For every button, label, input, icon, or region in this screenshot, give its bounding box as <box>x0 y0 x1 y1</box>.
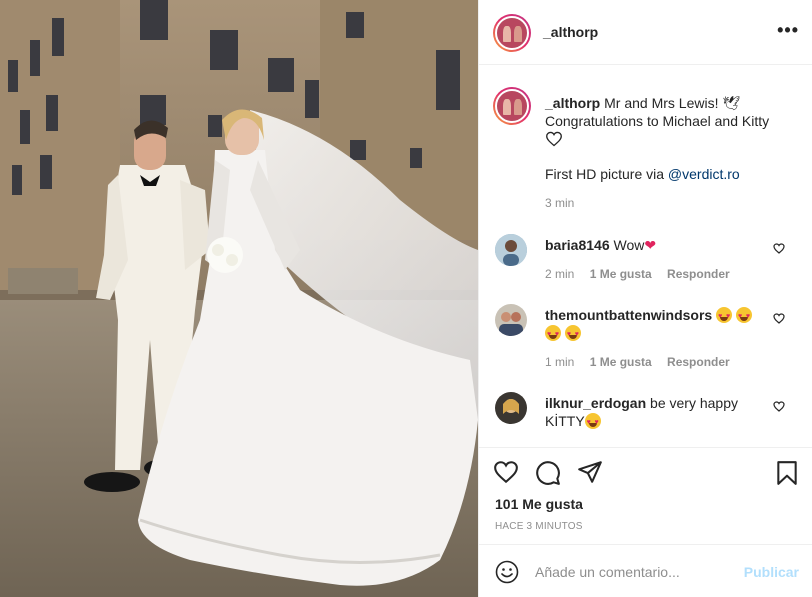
author-avatar[interactable] <box>493 14 531 52</box>
post-actions: 101 Me gusta HACE 3 MINUTOS Publicar <box>479 447 812 597</box>
comment-reply-button[interactable]: Responder <box>667 355 730 369</box>
comment-like-heart-icon[interactable] <box>773 401 785 412</box>
caption-credit: First HD picture via @verdict.ro <box>545 166 740 182</box>
bookmark-icon[interactable] <box>775 460 799 486</box>
like-count[interactable]: 101 Me gusta <box>495 496 583 512</box>
heart-eyes-emoji <box>564 325 581 344</box>
comment-time: 1 min <box>545 355 575 369</box>
comment-meta: 1 min 1 Me gusta Responder <box>545 355 742 369</box>
author-username[interactable]: _althorp <box>543 24 598 40</box>
add-comment-bar: Publicar <box>479 544 812 597</box>
post-photo[interactable] <box>0 0 478 597</box>
commenter-avatar[interactable] <box>495 392 527 424</box>
caption-author-avatar[interactable] <box>493 87 531 125</box>
post-header: _althorp ••• <box>479 0 812 65</box>
post-timestamp: HACE 3 MINUTOS <box>495 521 583 532</box>
like-heart-icon[interactable] <box>493 460 519 484</box>
wedding-photo <box>0 0 478 597</box>
caption-username[interactable]: _althorp <box>545 95 600 111</box>
comment-text: themountbattenwindsors <box>545 306 775 344</box>
comment-bubble-icon[interactable] <box>535 460 561 486</box>
commenter-avatar[interactable] <box>495 304 527 336</box>
comment-likes[interactable]: 1 Me gusta <box>590 355 652 369</box>
comment-text: ilknur_erdogan be very happy KİTTY <box>545 394 775 432</box>
emoji-smile-icon[interactable] <box>495 560 519 584</box>
comment-likes[interactable]: 1 Me gusta <box>590 267 652 281</box>
white-heart-icon <box>546 131 562 147</box>
ellipsis-icon[interactable]: ••• <box>777 20 799 41</box>
heart-eyes-emoji <box>545 325 561 344</box>
caption-credit-text: First HD picture via <box>545 166 668 182</box>
comment-body: Wow <box>609 237 645 253</box>
action-icons <box>493 460 603 486</box>
comment-username[interactable]: baria8146 <box>545 237 610 253</box>
comment-meta: 2 min 1 Me gusta Responder <box>545 267 742 281</box>
comment-username[interactable]: ilknur_erdogan <box>545 395 646 411</box>
commenter-avatar[interactable] <box>495 234 527 266</box>
share-paper-plane-icon[interactable] <box>577 460 603 484</box>
heart-eyes-emoji <box>716 307 733 326</box>
comment-like-heart-icon[interactable] <box>773 313 785 324</box>
post-details-panel: _althorp ••• _althorp Mr and Mrs Lewis! … <box>478 0 812 597</box>
comment-username[interactable]: themountbattenwindsors <box>545 307 712 323</box>
comment-input[interactable] <box>535 562 735 582</box>
publish-button[interactable]: Publicar <box>744 564 799 580</box>
heart-eyes-emoji <box>584 413 601 432</box>
caption-time: 3 min <box>545 196 575 210</box>
heart-eyes-emoji <box>736 307 753 326</box>
caption-text: _althorp Mr and Mrs Lewis! 🕊 Congratulat… <box>545 94 797 148</box>
instagram-post: _althorp ••• _althorp Mr and Mrs Lewis! … <box>0 0 812 597</box>
post-caption: _althorp Mr and Mrs Lewis! 🕊 Congratulat… <box>479 65 812 225</box>
comment-reply-button[interactable]: Responder <box>667 267 730 281</box>
mention-link[interactable]: @verdict.ro <box>668 166 740 182</box>
comment-text: baria8146 Wow❤ <box>545 236 775 254</box>
red-heart-emoji: ❤ <box>644 237 657 253</box>
comment-like-heart-icon[interactable] <box>773 243 785 254</box>
comment-time: 2 min <box>545 267 575 281</box>
